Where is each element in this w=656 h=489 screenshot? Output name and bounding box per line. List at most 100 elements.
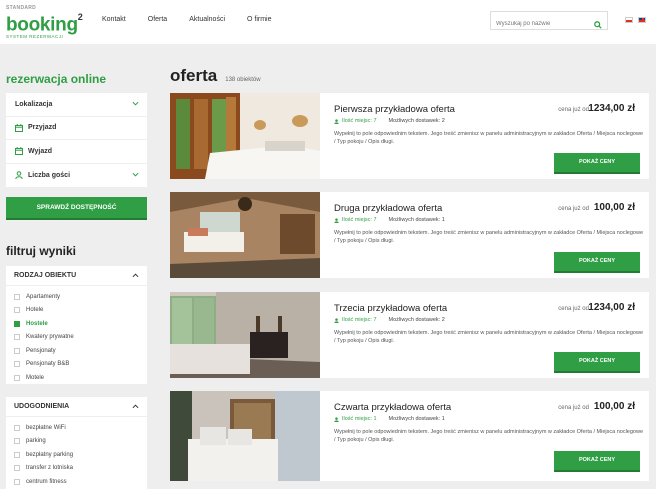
reservation-title: rezerwacja online [6,72,107,86]
places-info: Ilość miejsc: 7 [334,118,377,124]
price-label: cena już od [558,206,589,212]
checkbox[interactable] [14,424,20,431]
filter-option-label: Hotele [26,307,44,314]
checkbox[interactable] [14,361,20,368]
filter-option[interactable]: bezpłatne WiFi [14,421,139,435]
nav-item-kontakt[interactable]: Kontakt [102,16,126,23]
location-field[interactable]: Lokalizacja [6,93,147,117]
filter-option-label: Hostele [26,320,48,327]
filter-option-label: parking [26,438,46,445]
offer-description: Wypełnij to pole odpowiednim tekstem. Je… [334,230,644,244]
nav-item-oferta[interactable]: Oferta [148,16,167,23]
offer-title[interactable]: Druga przykładowa oferta [334,203,442,214]
price-label: cena już od [558,405,589,411]
user-icon [15,171,23,180]
amenities-header[interactable]: UDOGODNIENIA [6,397,147,417]
object-type-header-label: RODZAJ OBIEKTU [14,272,77,279]
chevron-down-icon [132,101,139,108]
show-prices-button[interactable]: POKAŻ CENY [554,352,640,373]
offer-title[interactable]: Trzecia przykładowa oferta [334,303,447,314]
offer-photo[interactable] [170,292,320,378]
checkbox[interactable] [14,334,20,341]
chevron-up-icon [132,404,139,411]
offer-description: Wypełnij to pole odpowiednim tekstem. Je… [334,429,644,443]
checkbox[interactable] [14,374,20,381]
checkbox[interactable] [14,320,20,327]
filter-option[interactable]: Pensjonaty B&B [14,358,139,372]
location-label: Lokalizacja [15,100,53,108]
offer-price: 100,00 zł [593,401,635,412]
nav-item-aktualnosci[interactable]: Aktualności [189,16,225,23]
guests-label: Liczba gości [28,171,71,179]
offer-description: Wypełnij to pole odpowiednim tekstem. Je… [334,131,644,145]
departure-field[interactable]: Wyjazd [6,140,147,164]
flag-en-icon[interactable] [638,17,646,23]
checkbox[interactable] [14,438,20,445]
offer-card: Trzecia przykładowa oferta cena już od 1… [170,292,649,378]
user-icon [334,317,339,323]
arrival-field[interactable]: Przyjazd [6,117,147,140]
search-icon[interactable] [594,16,602,34]
extra-beds-info: Możliwych dostawek: 1 [388,217,445,223]
check-availability-button[interactable]: SPRAWDŹ DOSTĘPNOŚĆ [6,197,147,220]
offer-price: 100,00 zł [593,202,635,213]
extra-beds-info: Możliwych dostawek: 2 [388,118,445,124]
offer-title[interactable]: Pierwsza przykładowa oferta [334,104,455,115]
chevron-up-icon [132,273,139,280]
search-input[interactable] [491,15,587,33]
filter-option[interactable]: Hostele [14,317,139,331]
filter-option-label: bezpłatne WiFi [26,424,66,431]
show-prices-button[interactable]: POKAŻ CENY [554,252,640,273]
filter-option[interactable]: centrum fitness [14,475,139,489]
nav-item-o-firmie[interactable]: O firmie [247,16,272,23]
flag-pl-icon[interactable] [625,17,633,23]
filter-option[interactable]: Pensjonaty [14,344,139,358]
offer-photo[interactable] [170,93,320,179]
filters-title: filtruj wyniki [6,244,77,258]
show-prices-button[interactable]: POKAŻ CENY [554,153,640,174]
filter-option[interactable]: bezpłatny parking [14,448,139,462]
checkbox[interactable] [14,347,20,354]
filter-option[interactable]: Motele [14,371,139,385]
object-type-header[interactable]: RODZAJ OBIEKTU [6,266,147,286]
filter-option[interactable]: Kwatery prywatne [14,331,139,345]
checkbox[interactable] [14,293,20,300]
offer-meta: Ilość miejsc: 7 Możliwych dostawek: 2 [334,118,445,124]
logo[interactable]: STANDARD booking2 SYSTEM REZERWACJI [6,6,83,40]
offer-price: 1234,00 zł [588,103,635,114]
filter-option[interactable]: Apartamenty [14,290,139,304]
amenities-list: bezpłatne WiFi parking bezpłatny parking tr… [6,417,147,489]
places-info: Ilość miejsc: 7 [334,217,377,223]
offer-photo[interactable] [170,192,320,278]
user-icon [334,118,339,124]
checkbox[interactable] [14,465,20,472]
filter-option-label: transfer z lotniska [26,465,74,472]
filter-option-label: centrum fitness [26,478,67,485]
user-icon [334,416,339,422]
reservation-form: Lokalizacja Przyjazd Wyjazd Liczba gości [6,93,147,187]
offer-card: Czwarta przykładowa oferta cena już od 1… [170,391,649,481]
offer-meta: Ilość miejsc: 1 Możliwych dostawek: 1 [334,416,445,422]
calendar-icon [15,147,23,156]
show-prices-button[interactable]: POKAŻ CENY [554,451,640,472]
filter-option[interactable]: transfer z lotniska [14,462,139,476]
filter-option[interactable]: parking [14,435,139,449]
filter-option-label: Pensjonaty [26,347,56,354]
language-switcher [625,17,646,23]
checkbox[interactable] [14,451,20,458]
offer-photo[interactable] [170,391,320,481]
amenities-header-label: UDOGODNIENIA [14,403,70,410]
offer-meta: Ilość miejsc: 7 Możliwych dostawek: 2 [334,317,445,323]
filter-option[interactable]: Hotele [14,304,139,318]
main-nav: Kontakt Oferta Aktualności O firmie [102,16,294,23]
page-title: oferta [170,66,218,85]
amenities-filter: UDOGODNIENIA bezpłatne WiFi parking bezpła… [6,397,147,489]
filter-option-label: Kwatery prywatne [26,334,74,341]
checkbox[interactable] [14,478,20,485]
guests-field[interactable]: Liczba gości [6,164,147,188]
checkbox[interactable] [14,307,20,314]
extra-beds-info: Możliwych dostawek: 1 [388,416,445,422]
offers-heading: oferta 138 obiektów [170,66,261,86]
offer-card: Druga przykładowa oferta cena już od 100… [170,192,649,278]
offer-title[interactable]: Czwarta przykładowa oferta [334,402,451,413]
